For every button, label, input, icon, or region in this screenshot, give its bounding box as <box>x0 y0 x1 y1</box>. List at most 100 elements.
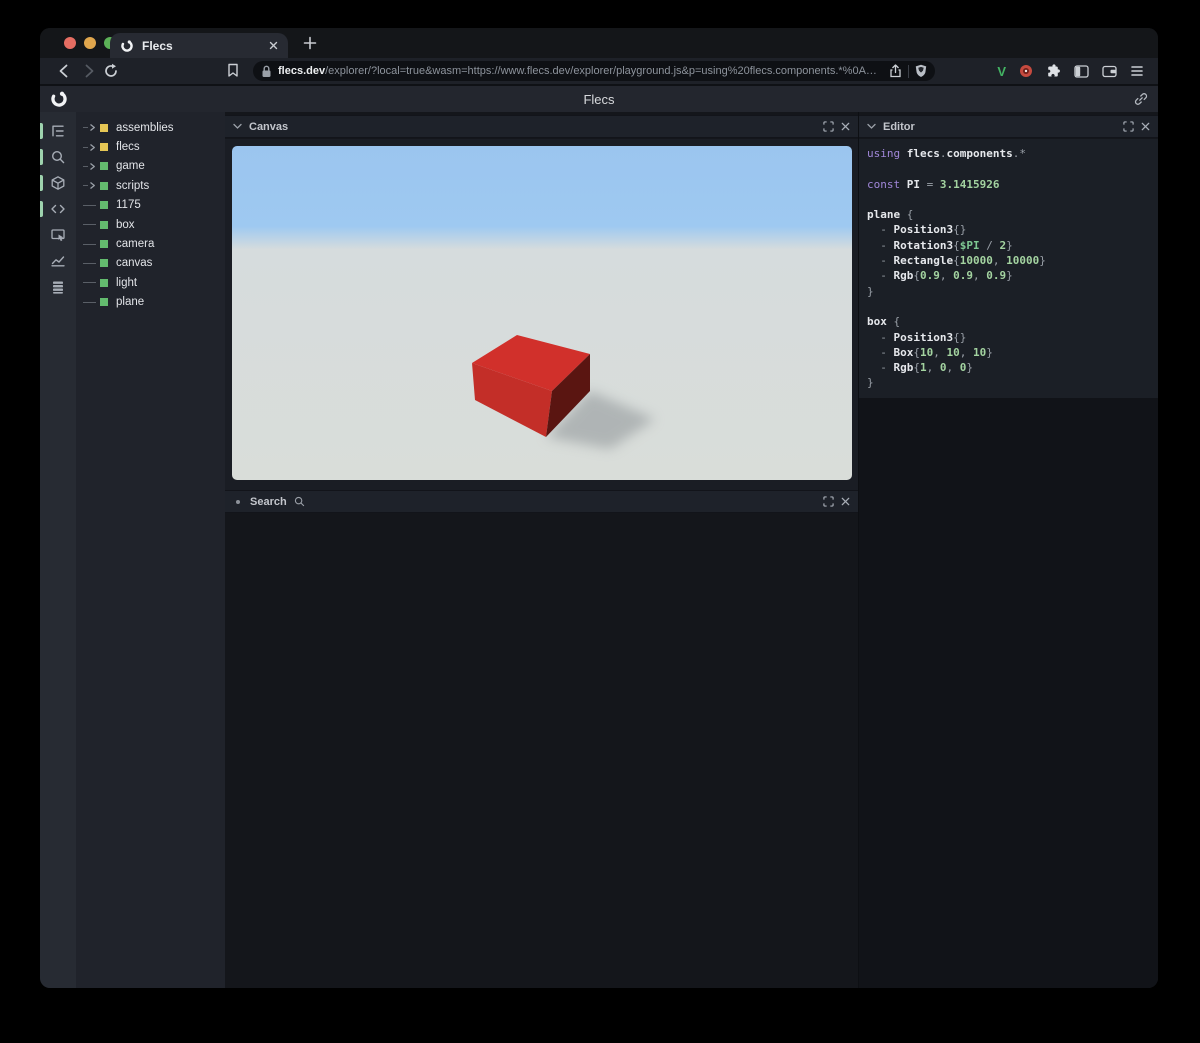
code-icon <box>51 204 65 214</box>
record-extension-icon[interactable] <box>1019 64 1033 78</box>
cube-icon <box>51 176 65 190</box>
back-button[interactable] <box>56 63 72 79</box>
tree-item-label: box <box>116 218 135 231</box>
leaf-connector <box>83 243 100 245</box>
canvas-panel-header: Canvas <box>225 115 858 138</box>
new-tab-button[interactable] <box>302 35 318 51</box>
code-line: - Position3{} <box>867 330 967 344</box>
browser-tab[interactable]: Flecs <box>110 33 288 58</box>
stack-icon <box>53 281 63 294</box>
3d-viewport[interactable] <box>232 146 852 480</box>
fullscreen-button[interactable] <box>823 496 834 507</box>
code-line: - Position3{} <box>867 223 967 237</box>
fullscreen-icon <box>1123 121 1134 132</box>
sidebar-item-script[interactable] <box>40 196 76 222</box>
forward-button[interactable] <box>81 63 97 79</box>
canvas-panel-body <box>225 139 858 500</box>
sidebar-item-tree[interactable] <box>40 118 76 144</box>
tree-item-camera[interactable]: camera <box>76 234 225 253</box>
minimize-window-button[interactable] <box>84 37 96 49</box>
flecs-favicon <box>121 39 133 52</box>
expand-chevron-icon[interactable] <box>83 162 100 171</box>
code-line: } <box>867 376 874 390</box>
entity-kind-icon <box>100 240 108 249</box>
chart-icon <box>51 256 65 267</box>
lock-icon <box>262 65 271 77</box>
editor-panel-title: Editor <box>883 120 915 133</box>
sidebar-toggle-icon[interactable] <box>1074 64 1089 78</box>
leaf-connector <box>83 224 100 226</box>
code-line: } <box>867 284 874 298</box>
tree-item-game[interactable]: game <box>76 157 225 176</box>
collapse-chevron-icon[interactable] <box>233 123 242 130</box>
tree-item-label: game <box>116 160 145 173</box>
tree-item-light[interactable]: light <box>76 273 225 292</box>
menu-hamburger-icon[interactable] <box>1130 65 1144 77</box>
share-icon[interactable] <box>889 64 902 78</box>
url-bar[interactable]: flecs.dev/explorer/?local=true&wasm=http… <box>253 61 935 81</box>
hierarchy-icon <box>52 125 64 137</box>
collapsed-indicator-dot[interactable] <box>236 499 240 504</box>
expand-chevron-icon[interactable] <box>83 123 100 132</box>
share-link-icon[interactable] <box>1134 92 1148 106</box>
tree-item-assemblies[interactable]: assemblies <box>76 118 225 137</box>
tree-item-flecs[interactable]: flecs <box>76 137 225 156</box>
expand-chevron-icon[interactable] <box>83 143 100 152</box>
sidebar-item-search[interactable] <box>40 144 76 170</box>
entity-kind-icon <box>100 278 108 287</box>
icon-sidebar <box>40 112 76 988</box>
close-panel-button[interactable] <box>841 122 850 131</box>
editor-panel-empty <box>859 398 1158 988</box>
fullscreen-button[interactable] <box>823 121 834 132</box>
url-domain: flecs.dev <box>278 65 326 77</box>
entity-tree: assemblies flecs game scripts 1175 box camera c… <box>76 112 225 988</box>
url-path: /explorer/?local=true&wasm=https://www.f… <box>325 65 877 77</box>
wallet-icon[interactable] <box>1102 65 1117 78</box>
tab-close-icon[interactable] <box>269 41 278 50</box>
reload-button[interactable] <box>103 63 119 79</box>
sidebar-item-entities[interactable] <box>40 170 76 196</box>
entity-kind-icon <box>100 181 108 190</box>
active-indicator <box>40 149 43 165</box>
tree-item-plane[interactable]: plane <box>76 293 225 312</box>
sidebar-item-stats[interactable] <box>40 248 76 274</box>
collapse-chevron-icon[interactable] <box>867 123 876 130</box>
entity-kind-icon <box>100 201 108 210</box>
tree-item-label: plane <box>116 296 145 309</box>
active-indicator <box>40 123 43 139</box>
toolbar-extensions: V <box>997 58 1144 84</box>
app-content: assemblies flecs game scripts 1175 box camera c… <box>40 112 1158 988</box>
active-indicator <box>40 175 43 191</box>
expand-chevron-icon[interactable] <box>83 181 100 190</box>
tree-item-box[interactable]: box <box>76 215 225 234</box>
leaf-connector <box>83 204 100 206</box>
fullscreen-button[interactable] <box>1123 121 1134 132</box>
tree-item-scripts[interactable]: scripts <box>76 176 225 195</box>
app-header: Flecs <box>40 86 1158 112</box>
code-line: - Box{10, 10, 10} <box>867 345 993 359</box>
tree-item-canvas[interactable]: canvas <box>76 254 225 273</box>
v-extension-icon[interactable]: V <box>997 64 1006 79</box>
code-line: box { <box>867 315 901 329</box>
canvas-panel-title: Canvas <box>249 120 289 133</box>
leaf-connector <box>83 262 100 264</box>
flecs-logo[interactable] <box>50 90 68 108</box>
leaf-connector <box>83 282 100 284</box>
code-line: using flecs.components.* <box>867 147 1026 160</box>
close-panel-button[interactable] <box>841 497 850 506</box>
close-panel-button[interactable] <box>1141 122 1150 131</box>
brave-shield-icon[interactable] <box>915 64 927 78</box>
extensions-puzzle-icon[interactable] <box>1046 63 1061 79</box>
url-divider <box>908 64 909 78</box>
bookmark-icon[interactable] <box>226 63 240 78</box>
close-window-button[interactable] <box>64 37 76 49</box>
tree-item-label: camera <box>116 238 155 251</box>
sidebar-item-data[interactable] <box>40 274 76 300</box>
code-editor[interactable]: using flecs.components.* const PI = 3.14… <box>859 139 1158 398</box>
entity-kind-icon <box>100 162 108 171</box>
close-icon <box>1141 122 1150 131</box>
tree-item-label: assemblies <box>116 121 174 134</box>
tree-item-1175[interactable]: 1175 <box>76 196 225 215</box>
sidebar-item-inspector[interactable] <box>40 222 76 248</box>
